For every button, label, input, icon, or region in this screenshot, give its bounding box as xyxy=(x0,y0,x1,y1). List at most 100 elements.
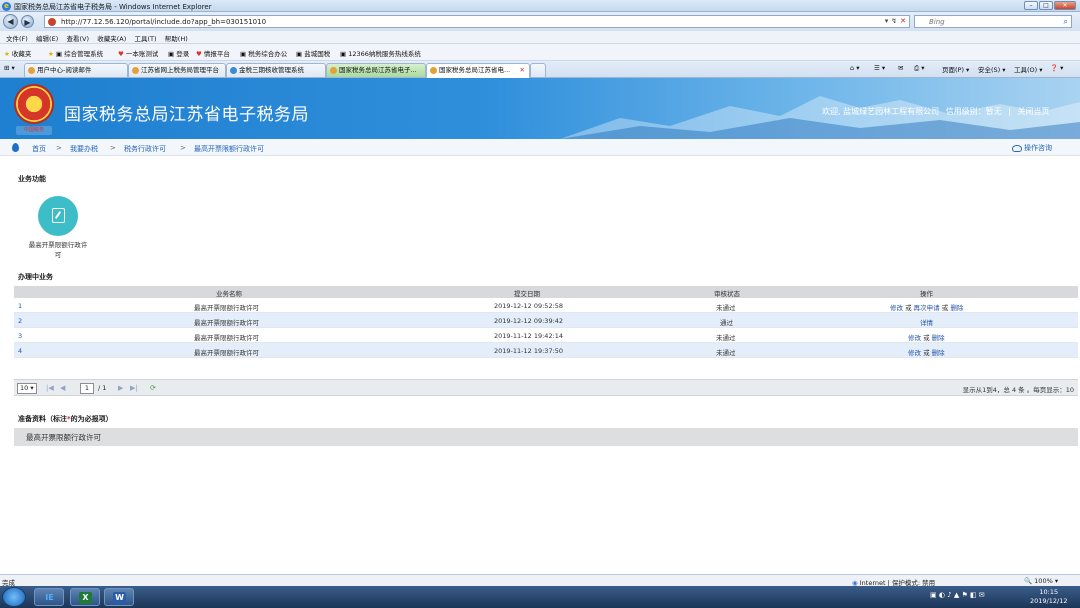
breadcrumb-item[interactable]: 我要办税 xyxy=(70,144,98,154)
table-row: 3 最高开票限额行政许可 2019-11-12 19:42:14 未通过 修改 … xyxy=(14,328,1078,343)
main-content xyxy=(0,156,1080,574)
modify-link[interactable]: 修改 xyxy=(890,304,903,312)
system-clock[interactable]: 10:15 2019/12/12 xyxy=(1030,588,1067,606)
tax-emblem-icon xyxy=(14,84,54,124)
business-table: 业务名称 提交日期 审核状态 操作 1 最高开票限额行政许可 2019-12-1… xyxy=(14,286,1078,358)
window-titlebar: e 国家税务总局江苏省电子税务局 - Windows Internet Expl… xyxy=(0,0,1080,12)
modify-link[interactable]: 修改 xyxy=(908,349,921,357)
tray-icons[interactable]: ▣ ◐ ♪ ▲ ⚑ ◧ ✉ xyxy=(930,591,985,599)
menu-edit[interactable]: 编辑(E) xyxy=(36,33,58,43)
business-name: 最高开票限额行政许可 xyxy=(194,334,259,342)
forward-button[interactable]: ▶ xyxy=(21,15,34,28)
feeds-icon[interactable]: ☰ ▾ xyxy=(874,64,885,72)
favorites-link[interactable]: ★ ▣ 综合管理系统 xyxy=(48,48,103,58)
tab-favicon xyxy=(430,67,437,74)
maximize-button[interactable]: □ xyxy=(1039,1,1053,10)
refresh-icon[interactable]: ↯ xyxy=(891,17,897,25)
menu-tools[interactable]: 工具(T) xyxy=(135,33,157,43)
browser-tab[interactable]: 国家税务总局江苏省电子... xyxy=(326,63,426,77)
taskbar-ie[interactable]: IE xyxy=(34,588,64,606)
close-page-link[interactable]: 关闭当页 xyxy=(1017,107,1049,116)
favorites-link[interactable]: ♥ 一本账测试 xyxy=(118,48,158,58)
breadcrumb-current: 最高开票限额行政许可 xyxy=(194,145,264,153)
tab-favicon xyxy=(132,67,139,74)
search-placeholder: Bing xyxy=(929,18,945,26)
mail-icon[interactable]: ✉ xyxy=(898,64,903,72)
taskbar-word[interactable]: W xyxy=(104,588,134,606)
back-button[interactable]: ◀ xyxy=(3,14,18,29)
breadcrumb-home[interactable]: 首页 xyxy=(32,144,46,154)
help-menu[interactable]: ❓ ▾ xyxy=(1050,64,1063,72)
details-link[interactable]: 详情 xyxy=(920,319,933,327)
browser-tab[interactable]: 江苏省网上税务局管理平台 xyxy=(128,63,226,77)
delete-link[interactable]: 删除 xyxy=(950,304,963,312)
url-input[interactable]: http://77.12.56.120/portal/include.do?ap… xyxy=(44,15,910,28)
search-icon[interactable]: ⌕ xyxy=(1064,17,1068,27)
tab-favicon xyxy=(230,67,237,74)
minimize-button[interactable]: – xyxy=(1024,1,1038,10)
page-menu[interactable]: 页面(P) ▾ xyxy=(942,64,969,74)
home-icon[interactable]: ⌂ ▾ xyxy=(850,64,859,72)
heart-icon: ♥ xyxy=(118,50,124,58)
reapply-link[interactable]: 再次申请 xyxy=(914,304,940,312)
favorites-link[interactable]: ▣ 盐城国税 xyxy=(296,48,330,58)
breadcrumb-item[interactable]: 税务行政许可 xyxy=(124,144,166,154)
favorites-link[interactable]: ▣ 12366纳税服务热线系统 xyxy=(340,48,421,58)
favorites-bar: ★ 收藏夹 ★ ▣ 综合管理系统 ♥ 一本账测试 ▣ 登录 ♥ 情报平台 ▣ 税… xyxy=(0,44,1080,61)
column-header: 提交日期 xyxy=(514,290,540,298)
review-status: 未通过 xyxy=(716,334,736,342)
delete-link[interactable]: 删除 xyxy=(932,334,945,342)
refresh-icon[interactable]: ⟳ xyxy=(150,384,156,392)
tools-menu[interactable]: 工具(O) ▾ xyxy=(1014,64,1043,74)
taskbar: IE X W ▣ ◐ ♪ ▲ ⚑ ◧ ✉ 10:15 2019/12/12 xyxy=(0,586,1080,608)
menu-view[interactable]: 查看(V) xyxy=(66,33,89,43)
browser-tab[interactable]: 用户中心-阅读邮件 xyxy=(24,63,128,77)
menu-file[interactable]: 文件(F) xyxy=(6,33,28,43)
quick-tabs-icon[interactable]: ⊞ ▾ xyxy=(4,64,15,72)
business-name: 最高开票限额行政许可 xyxy=(194,349,259,357)
table-row: 4 最高开票限额行政许可 2019-11-12 19:37:50 未通过 修改 … xyxy=(14,343,1078,358)
prev-page-icon[interactable]: ◀ xyxy=(60,384,65,392)
edit-icon xyxy=(52,208,65,223)
limit-permit-function-button[interactable] xyxy=(38,196,78,236)
url-dropdown-icon[interactable]: ▾ xyxy=(885,17,889,25)
last-page-icon[interactable]: ▶| xyxy=(130,384,138,392)
menu-favorites[interactable]: 收藏夹(A) xyxy=(97,33,126,43)
site-favicon xyxy=(48,18,56,26)
help-link[interactable]: 操作咨询 xyxy=(1012,143,1052,153)
favorites-link[interactable]: ▣ 税务综合办公 xyxy=(240,48,287,58)
safety-menu[interactable]: 安全(S) ▾ xyxy=(978,64,1006,74)
menu-bar: 文件(F) 编辑(E) 查看(V) 收藏夹(A) 工具(T) 帮助(H) xyxy=(0,31,1080,44)
favorites-button[interactable]: ★ 收藏夹 xyxy=(4,48,31,58)
browser-tab[interactable]: 金税三期核收管理系统 xyxy=(226,63,326,77)
print-icon[interactable]: ⎙ ▾ xyxy=(914,64,925,73)
tab-favicon xyxy=(330,67,337,74)
modify-link[interactable]: 修改 xyxy=(908,334,921,342)
menu-help[interactable]: 帮助(H) xyxy=(165,33,188,43)
url-text: http://77.12.56.120/portal/include.do?ap… xyxy=(61,18,267,26)
browser-tab-active[interactable]: 国家税务总局江苏省电... ✕ xyxy=(426,63,530,78)
close-window-button[interactable]: ✕ xyxy=(1054,1,1076,10)
stop-icon[interactable]: ✕ xyxy=(900,17,906,25)
zoom-level[interactable]: 🔍 100% ▾ xyxy=(1024,577,1058,585)
new-tab-button[interactable] xyxy=(530,63,546,77)
page-size-select[interactable]: 10 ▾ xyxy=(17,383,37,394)
prep-item[interactable]: 最高开票限额行政许可 xyxy=(14,428,1078,446)
next-page-icon[interactable]: ▶ xyxy=(118,384,123,392)
delete-link[interactable]: 删除 xyxy=(932,349,945,357)
search-input[interactable]: Bing ⌕ xyxy=(914,15,1072,28)
ie-icon: e xyxy=(2,2,11,11)
status-bar: 完成 ◉ Internet | 保护模式: 禁用 🔍 100% ▾ xyxy=(0,574,1080,587)
pagination-info: 显示从1到4，总 4 条 。每页显示：10 xyxy=(962,386,1074,394)
favorites-link[interactable]: ▣ 登录 xyxy=(168,48,189,58)
site-title: 国家税务总局江苏省电子税务局 xyxy=(64,105,309,125)
taskbar-excel[interactable]: X xyxy=(70,588,100,606)
first-page-icon[interactable]: |◀ xyxy=(46,384,54,392)
function-label[interactable]: 最高开票限额行政许可 xyxy=(26,240,90,260)
submit-date: 2019-11-12 19:37:50 xyxy=(494,347,564,355)
page-number-input[interactable]: 1 xyxy=(80,383,94,394)
welcome-text: 欢迎, 盐城绿艺园林工程有限公司 xyxy=(822,107,940,116)
favorites-link[interactable]: ♥ 情报平台 xyxy=(196,48,230,58)
close-tab-icon[interactable]: ✕ xyxy=(520,64,525,77)
start-button[interactable] xyxy=(2,587,26,607)
